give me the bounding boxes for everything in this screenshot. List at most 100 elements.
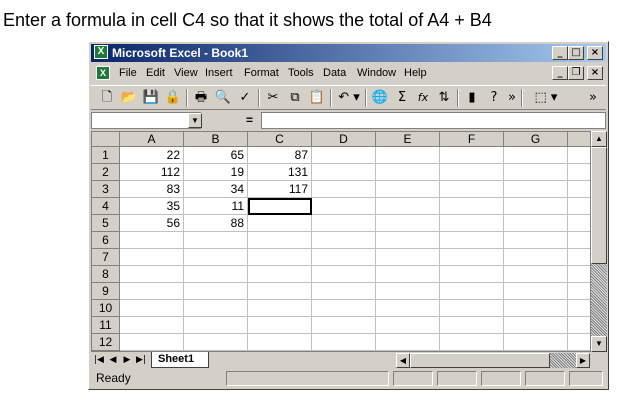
cell-c1[interactable]: 87 [248,147,312,164]
row-header-3[interactable]: 3 [92,181,120,198]
cell-h12[interactable] [568,334,590,351]
first-sheet-icon[interactable]: |◀ [93,353,105,367]
prev-sheet-icon[interactable]: ◀ [107,353,119,367]
excel-doc-icon[interactable]: X [96,66,110,80]
name-box-dropdown-icon[interactable]: ▼ [188,113,202,128]
cell-c11[interactable] [248,317,312,334]
more-icon[interactable]: » [506,88,518,108]
cell-b2[interactable]: 19 [184,164,248,181]
print-preview-icon[interactable]: 🔍 [213,88,233,108]
cell-b3[interactable]: 34 [184,181,248,198]
cell-d3[interactable] [312,181,376,198]
hyperlink-icon[interactable]: 🌐 [370,88,390,108]
close-button[interactable]: × [587,46,603,60]
cell-b12[interactable] [184,334,248,351]
menu-tools[interactable]: Tools [288,67,314,79]
cell-e6[interactable] [376,232,440,249]
cell-d6[interactable] [312,232,376,249]
row-header-12[interactable]: 12 [92,334,120,351]
chart-wizard-icon[interactable]: ▮ [462,88,482,108]
excel-app-icon[interactable]: X [94,45,108,59]
sort-ascending-icon[interactable]: ⇅ [434,88,454,108]
cell-f4[interactable] [440,198,504,215]
borders-icon[interactable]: ⬚ ▾ [531,88,561,108]
formula-input[interactable] [261,112,606,129]
cell-g7[interactable] [504,249,568,266]
cell-d10[interactable] [312,300,376,317]
paste-icon[interactable]: 📋 [307,88,327,108]
row-header-5[interactable]: 5 [92,215,120,232]
column-header-e[interactable]: E [376,132,440,147]
next-sheet-icon[interactable]: ▶ [121,353,133,367]
cell-c7[interactable] [248,249,312,266]
maximize-button[interactable]: □ [568,46,584,60]
cell-h6[interactable] [568,232,590,249]
permission-icon[interactable]: 🔒 [163,88,183,108]
doc-close-button[interactable]: × [587,66,603,80]
row-header-4[interactable]: 4 [92,198,120,215]
select-all-corner[interactable] [92,132,120,147]
row-header-1[interactable]: 1 [92,147,120,164]
cell-c2[interactable]: 131 [248,164,312,181]
minimize-button[interactable]: _ [552,46,568,60]
open-icon[interactable]: 📂 [119,88,139,108]
cell-b9[interactable] [184,283,248,300]
cell-c12[interactable] [248,334,312,351]
menu-help[interactable]: Help [404,67,427,79]
scroll-down-icon[interactable]: ▼ [591,336,607,352]
cell-f5[interactable] [440,215,504,232]
cell-f11[interactable] [440,317,504,334]
cell-g11[interactable] [504,317,568,334]
horizontal-scroll-track[interactable] [550,353,576,368]
copy-icon[interactable]: ⧉ [285,88,305,108]
row-header-11[interactable]: 11 [92,317,120,334]
row-header-6[interactable]: 6 [92,232,120,249]
horizontal-scrollbar[interactable]: ◀ ▶ [396,353,591,368]
sheet-tab[interactable]: Sheet1 [151,352,209,368]
cell-c4[interactable] [248,198,312,215]
scroll-up-icon[interactable]: ▲ [591,131,607,147]
cell-b11[interactable] [184,317,248,334]
column-header-b[interactable]: B [184,132,248,147]
cell-d12[interactable] [312,334,376,351]
cell-h2[interactable] [568,164,590,181]
cell-c10[interactable] [248,300,312,317]
cell-b4[interactable]: 11 [184,198,248,215]
cell-d2[interactable] [312,164,376,181]
cell-b8[interactable] [184,266,248,283]
cell-b7[interactable] [184,249,248,266]
more-icon[interactable]: » [587,88,599,108]
cell-a10[interactable] [120,300,184,317]
cell-d4[interactable] [312,198,376,215]
cell-e10[interactable] [376,300,440,317]
cell-c9[interactable] [248,283,312,300]
cell-a1[interactable]: 22 [120,147,184,164]
cell-c6[interactable] [248,232,312,249]
horizontal-scroll-thumb[interactable] [410,353,550,368]
cell-a2[interactable]: 112 [120,164,184,181]
cell-g4[interactable] [504,198,568,215]
cell-d11[interactable] [312,317,376,334]
cell-b1[interactable]: 65 [184,147,248,164]
cell-e2[interactable] [376,164,440,181]
print-icon[interactable]: 🖶 [191,88,211,108]
save-icon[interactable]: 💾 [141,88,161,108]
cell-g6[interactable] [504,232,568,249]
cell-g2[interactable] [504,164,568,181]
cell-e5[interactable] [376,215,440,232]
cell-f8[interactable] [440,266,504,283]
column-header-c[interactable]: C [248,132,312,147]
cell-d5[interactable] [312,215,376,232]
cell-a12[interactable] [120,334,184,351]
cell-h4[interactable] [568,198,590,215]
cell-a8[interactable] [120,266,184,283]
cell-e8[interactable] [376,266,440,283]
cell-g8[interactable] [504,266,568,283]
vertical-scroll-track[interactable] [591,264,607,336]
cell-h8[interactable] [568,266,590,283]
row-header-2[interactable]: 2 [92,164,120,181]
scroll-right-icon[interactable]: ▶ [576,353,590,368]
cell-e11[interactable] [376,317,440,334]
cell-a4[interactable]: 35 [120,198,184,215]
doc-minimize-button[interactable]: _ [552,66,568,80]
